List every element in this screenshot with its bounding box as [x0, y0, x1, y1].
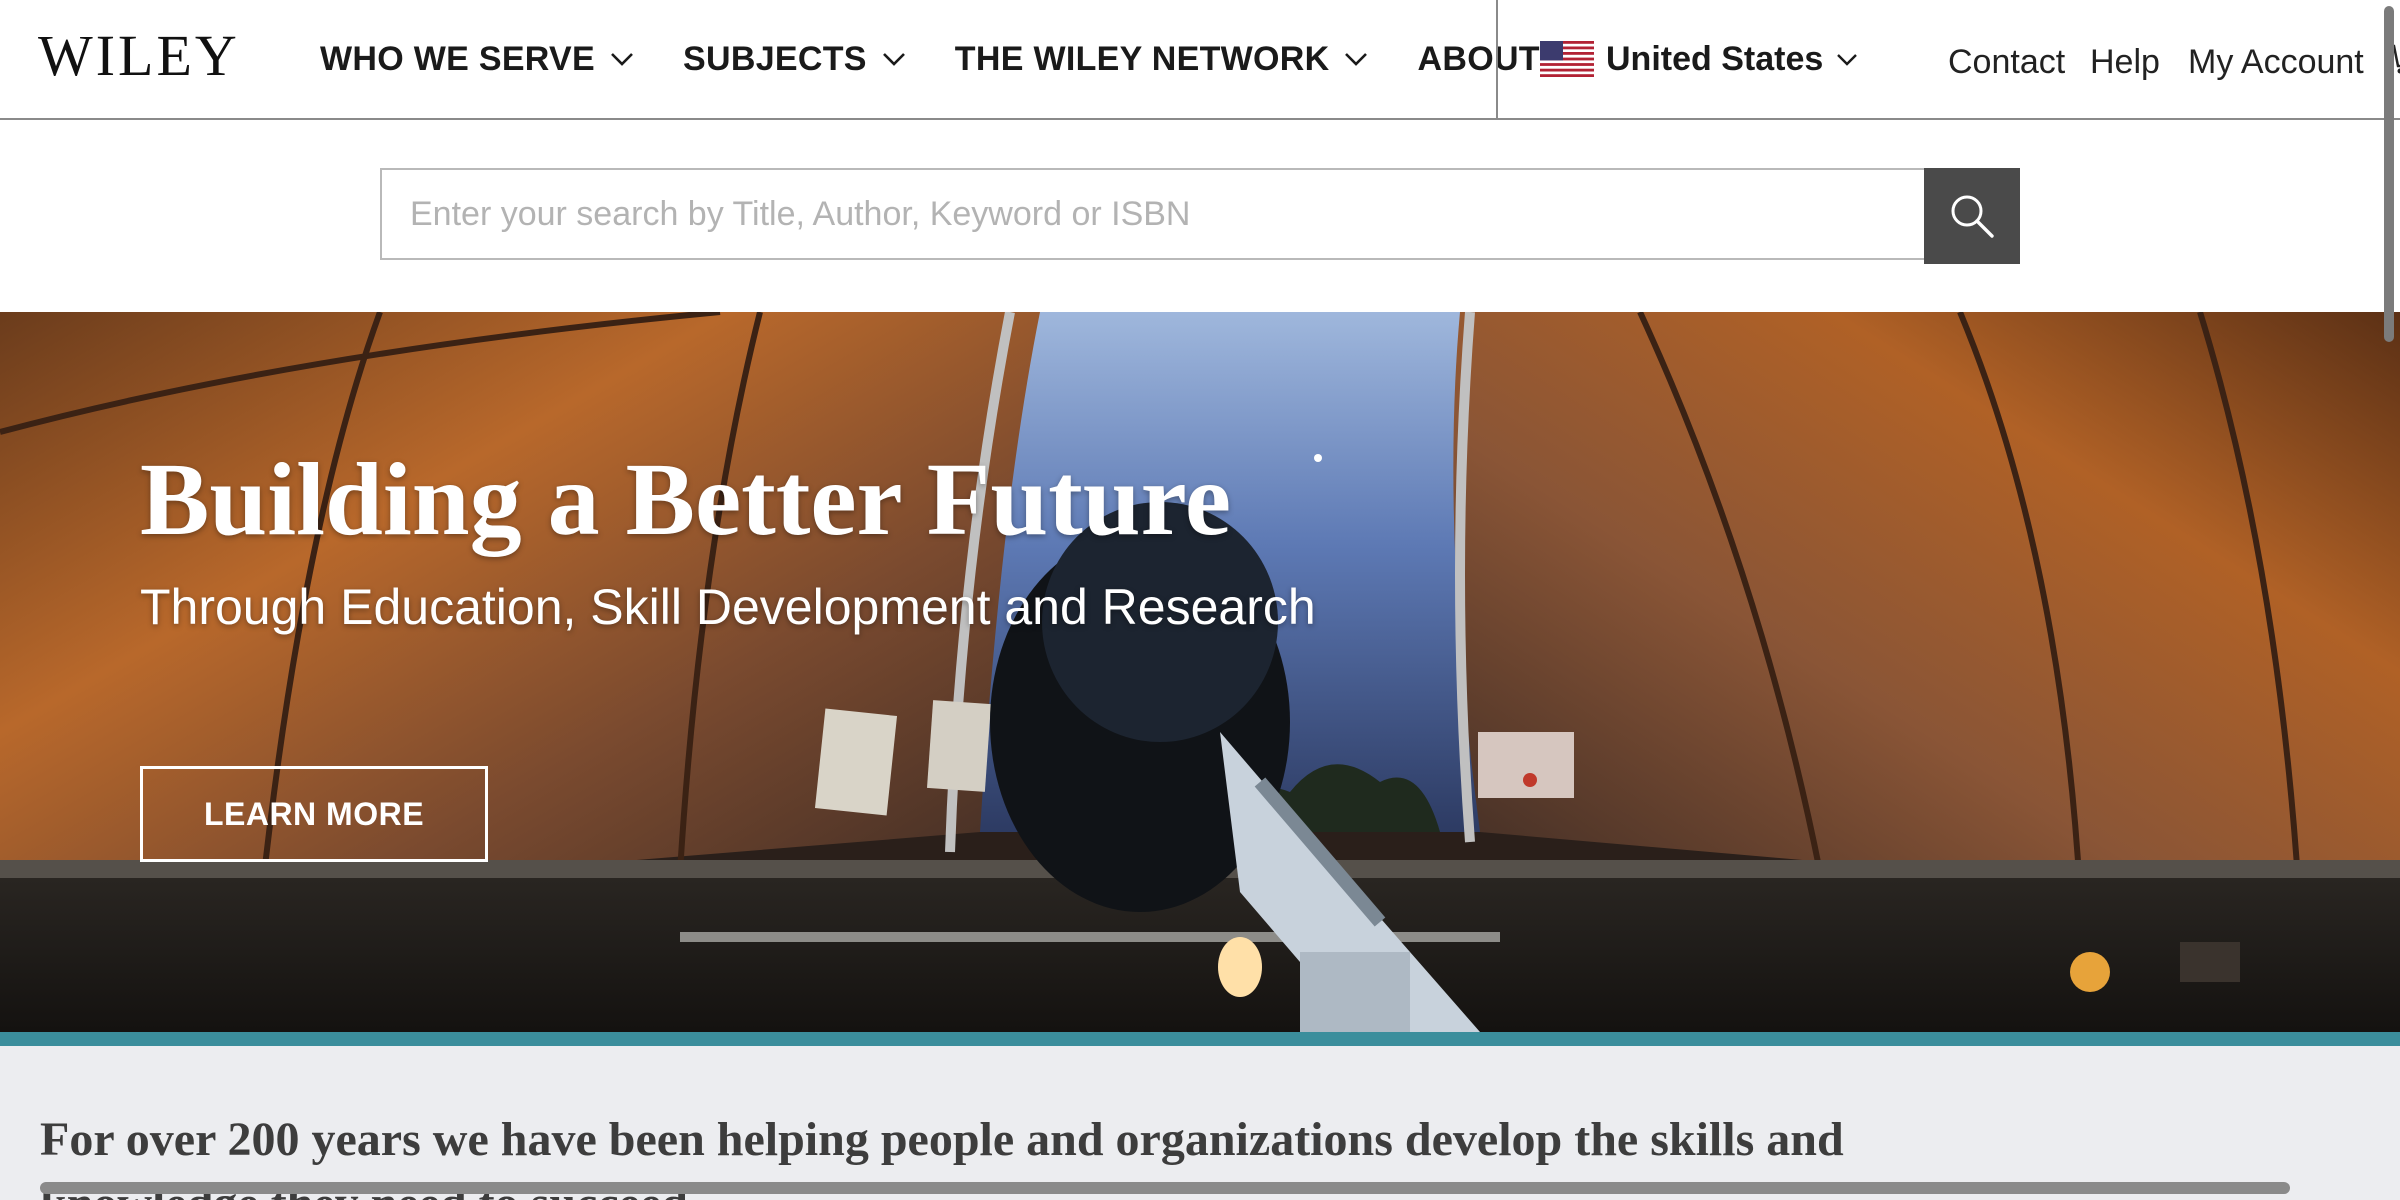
hero-banner: Building a Better Future Through Educati… — [0, 312, 2400, 1032]
intro-section: For over 200 years we have been helping … — [0, 1046, 2400, 1200]
hero-image — [0, 312, 2400, 1032]
nav-subjects[interactable]: SUBJECTS — [683, 0, 907, 118]
nav-label: ABOUT — [1417, 39, 1540, 78]
nav-label: SUBJECTS — [683, 39, 867, 78]
nav-label: THE WILEY NETWORK — [954, 39, 1330, 78]
search-bar — [380, 168, 2020, 264]
teal-divider — [0, 1032, 2400, 1046]
main-nav: WHO WE SERVE SUBJECTS THE WILEY NETWORK … — [320, 0, 1628, 118]
hero-subtitle: Through Education, Skill Development and… — [140, 579, 1316, 635]
nav-who-we-serve[interactable]: WHO WE SERVE — [320, 0, 635, 118]
search-icon — [1951, 195, 1994, 238]
country-label: United States — [1606, 39, 1824, 78]
help-link[interactable]: Help — [2090, 0, 2160, 124]
hero-title: Building a Better Future — [140, 442, 1232, 557]
search-input[interactable] — [380, 168, 1924, 260]
wiley-logo[interactable]: WILEY — [38, 26, 240, 86]
my-account-link[interactable]: My Account — [2188, 0, 2364, 124]
us-flag-icon — [1540, 41, 1594, 77]
search-button[interactable] — [1924, 168, 2020, 264]
chevron-down-icon — [882, 53, 905, 66]
site-header: WILEY WHO WE SERVE SUBJECTS THE WILEY NE… — [0, 0, 2400, 120]
header-divider — [1496, 0, 1498, 118]
nav-label: WHO WE SERVE — [320, 39, 596, 78]
chevron-down-icon — [1837, 54, 1858, 66]
chevron-down-icon — [1345, 53, 1368, 66]
country-selector[interactable]: United States — [1540, 0, 1859, 118]
chevron-down-icon — [611, 53, 633, 66]
vertical-scrollbar[interactable] — [2384, 6, 2394, 342]
nav-wiley-network[interactable]: THE WILEY NETWORK — [955, 0, 1370, 118]
horizontal-scrollbar[interactable] — [40, 1182, 2290, 1194]
contact-link[interactable]: Contact — [1948, 0, 2065, 124]
learn-more-button[interactable]: LEARN MORE — [140, 766, 488, 862]
